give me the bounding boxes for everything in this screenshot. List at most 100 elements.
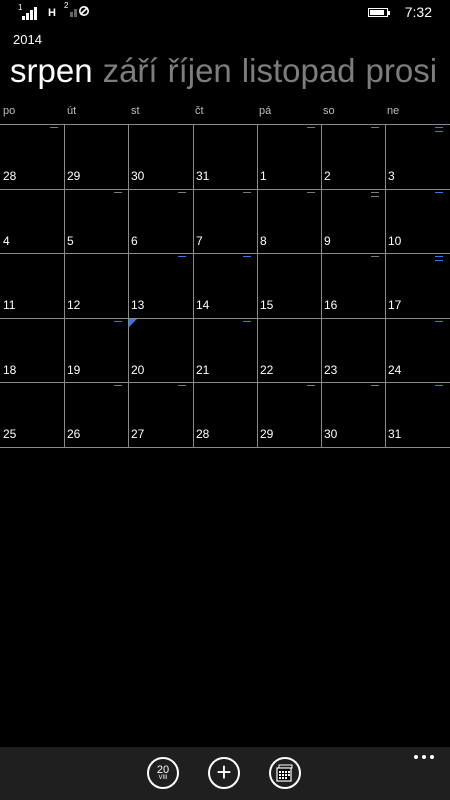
- day-cell[interactable]: 4: [0, 189, 64, 253]
- day-cell[interactable]: 5: [64, 189, 128, 253]
- status-bar: 1 H 2 7:32: [0, 0, 450, 26]
- day-cell[interactable]: 15: [257, 253, 321, 317]
- day-cell[interactable]: 18: [0, 318, 64, 382]
- day-cell[interactable]: 6: [128, 189, 192, 253]
- day-number: 28: [3, 169, 17, 183]
- day-number: 19: [67, 363, 81, 377]
- day-cell[interactable]: 28: [193, 382, 257, 446]
- day-cell[interactable]: 19: [64, 318, 128, 382]
- day-number: 25: [3, 427, 17, 441]
- event-indicator: [435, 127, 443, 135]
- day-cell[interactable]: 28: [0, 124, 64, 188]
- day-cell[interactable]: 24: [385, 318, 449, 382]
- day-cell[interactable]: 21: [193, 318, 257, 382]
- day-number: 31: [196, 169, 210, 183]
- event-indicator: [371, 256, 379, 260]
- day-number: 30: [324, 427, 338, 441]
- day-cell[interactable]: 10: [385, 189, 449, 253]
- day-number: 6: [131, 234, 138, 248]
- day-cell[interactable]: 12: [64, 253, 128, 317]
- day-cell[interactable]: 29: [64, 124, 128, 188]
- weekday-label: po: [3, 105, 16, 117]
- go-to-today-button[interactable]: 20 VIII: [147, 757, 179, 789]
- view-switch-button[interactable]: [269, 757, 301, 789]
- day-cell[interactable]: 30: [128, 124, 192, 188]
- weekday-label: čt: [195, 105, 204, 117]
- day-number: 27: [131, 427, 145, 441]
- event-indicator: [243, 256, 251, 260]
- day-cell[interactable]: 7: [193, 189, 257, 253]
- event-indicator: [178, 192, 186, 196]
- month-tab-active[interactable]: srpen: [10, 52, 93, 90]
- day-number: 3: [388, 169, 395, 183]
- month-tab[interactable]: prosi: [366, 52, 438, 90]
- network-type-label: H: [48, 7, 56, 19]
- grid-row-line: [0, 447, 450, 448]
- day-number: 20: [131, 363, 145, 377]
- year-label: 2014: [13, 32, 42, 47]
- day-number: 10: [388, 234, 402, 248]
- day-cell-today[interactable]: 20: [128, 318, 192, 382]
- weekday-label: st: [131, 105, 140, 117]
- sim2-no-signal-icon: 2: [64, 1, 94, 20]
- calendar-grid-icon: [276, 764, 293, 782]
- event-indicator: [371, 385, 379, 389]
- day-number: 5: [67, 234, 74, 248]
- month-tab[interactable]: září: [103, 52, 158, 90]
- sim1-signal-icon: 1: [18, 3, 38, 20]
- more-options-button[interactable]: [414, 755, 434, 761]
- event-indicator: [114, 321, 122, 325]
- weekday-label: út: [67, 105, 77, 117]
- day-number: 22: [260, 363, 274, 377]
- ellipsis-icon: [414, 755, 418, 759]
- day-cell[interactable]: 3: [385, 124, 449, 188]
- day-number: 31: [388, 427, 402, 441]
- no-signal-icon: [70, 6, 89, 17]
- day-number: 29: [67, 169, 81, 183]
- weekday-label: ne: [387, 105, 400, 117]
- day-number: 1: [260, 169, 267, 183]
- day-cell[interactable]: 17: [385, 253, 449, 317]
- event-indicator: [307, 385, 315, 389]
- event-indicator: [114, 385, 122, 389]
- event-indicator: [435, 385, 443, 389]
- day-cell[interactable]: 25: [0, 382, 64, 446]
- day-cell[interactable]: 1: [257, 124, 321, 188]
- event-indicator: [435, 192, 443, 196]
- event-indicator: [307, 192, 315, 196]
- day-number: 9: [324, 234, 331, 248]
- battery-level-fill: [370, 10, 384, 15]
- day-cell[interactable]: 27: [128, 382, 192, 446]
- status-clock: 7:32: [404, 4, 432, 20]
- day-cell[interactable]: 11: [0, 253, 64, 317]
- plus-icon: +: [216, 757, 232, 787]
- day-number: 2: [324, 169, 331, 183]
- day-cell[interactable]: 16: [321, 253, 385, 317]
- day-cell[interactable]: 13: [128, 253, 192, 317]
- day-cell[interactable]: 29: [257, 382, 321, 446]
- add-event-button[interactable]: +: [208, 757, 240, 789]
- today-corner-marker: [129, 319, 137, 327]
- day-number: 26: [67, 427, 81, 441]
- day-cell[interactable]: 8: [257, 189, 321, 253]
- day-number: 30: [131, 169, 145, 183]
- day-cell[interactable]: 26: [64, 382, 128, 446]
- today-day-number: 20: [156, 763, 170, 776]
- day-cell[interactable]: 22: [257, 318, 321, 382]
- day-cell[interactable]: 23: [321, 318, 385, 382]
- battery-icon: [368, 8, 390, 17]
- day-cell[interactable]: 2: [321, 124, 385, 188]
- day-number: 18: [3, 363, 17, 377]
- month-pivot[interactable]: srpen září říjen listopad prosi: [10, 52, 437, 90]
- day-cell[interactable]: 31: [385, 382, 449, 446]
- month-grid: 28 29 30 31 1 2 3 4 5 6 7 8 9 10 11 12 13 14 15 16 17 18 19 20 2…: [0, 124, 450, 448]
- month-tab[interactable]: listopad: [242, 52, 356, 90]
- day-cell[interactable]: 31: [193, 124, 257, 188]
- day-number: 14: [196, 298, 210, 312]
- month-tab[interactable]: říjen: [168, 52, 232, 90]
- weekday-header-row: po út st čt pá so ne: [0, 105, 450, 123]
- day-cell[interactable]: 30: [321, 382, 385, 446]
- app-bar: 20 VIII +: [0, 747, 450, 800]
- day-cell[interactable]: 14: [193, 253, 257, 317]
- day-cell[interactable]: 9: [321, 189, 385, 253]
